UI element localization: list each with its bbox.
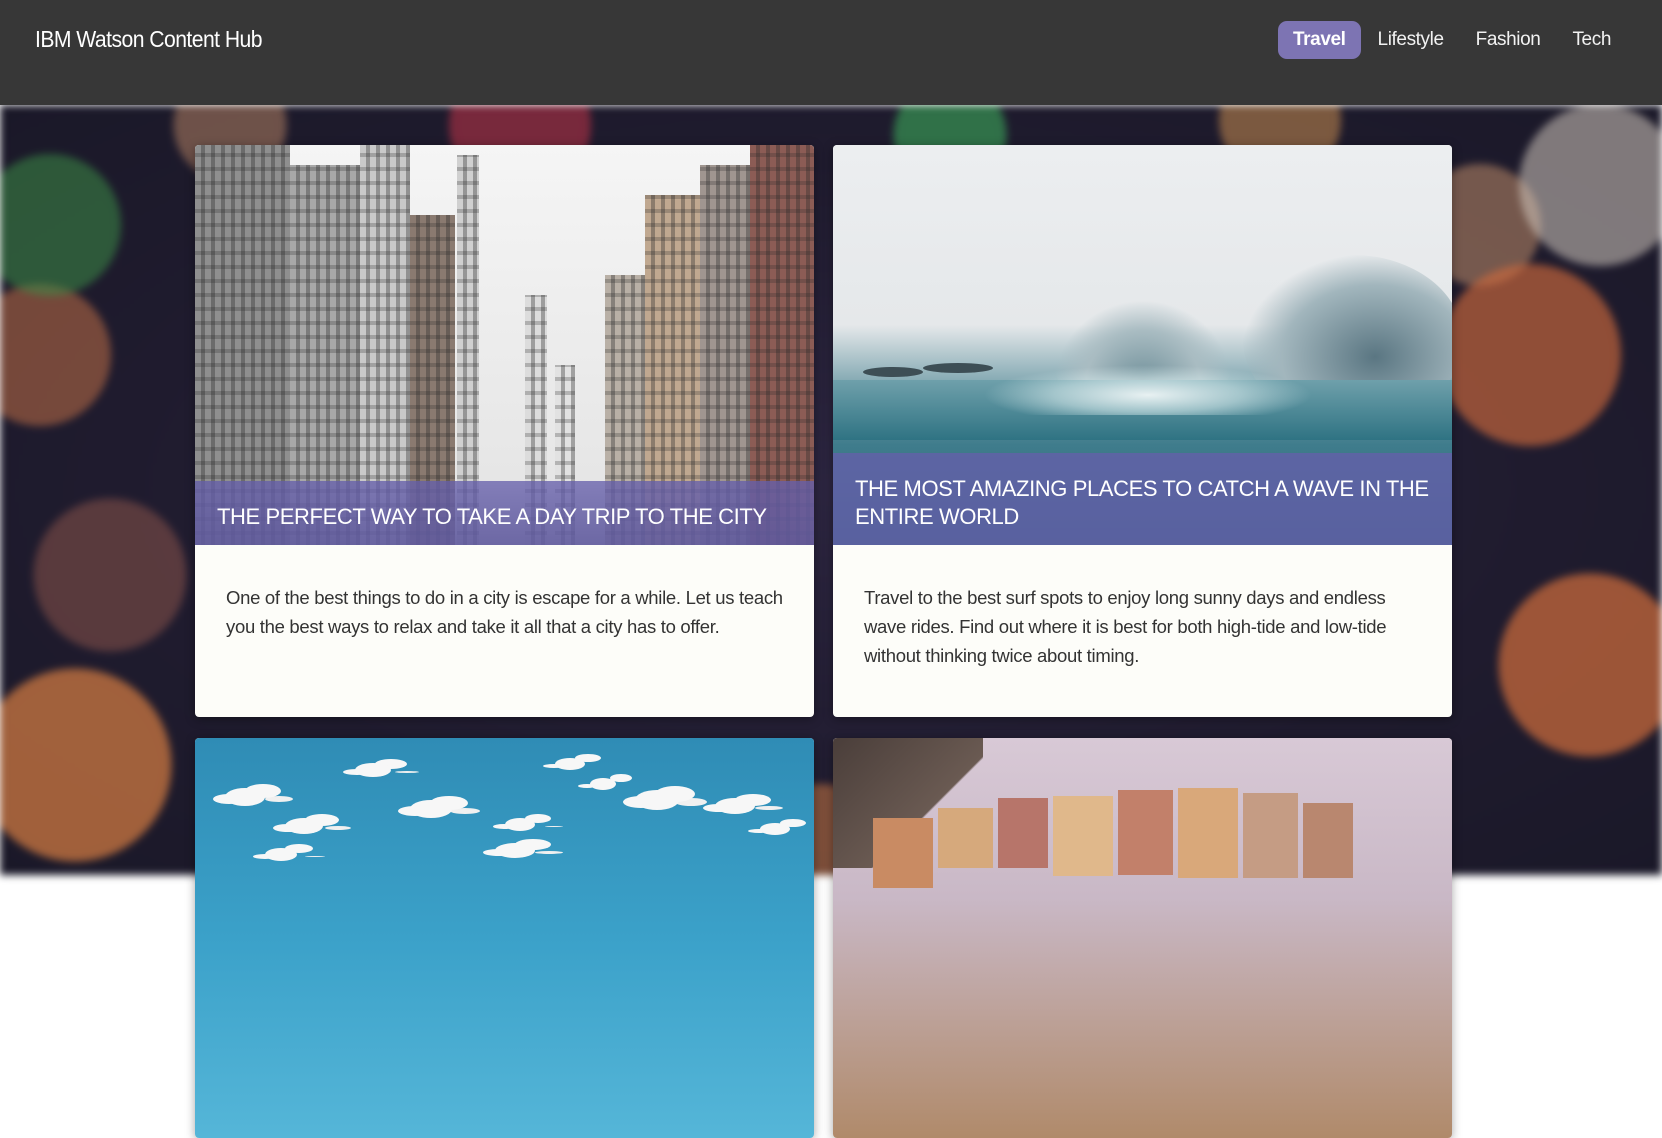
article-card[interactable] [833,738,1452,1138]
brand-title[interactable]: IBM Watson Content Hub [35,26,263,53]
city-street-image: THE PERFECT WAY TO TAKE A DAY TRIP TO TH… [195,145,814,545]
article-card[interactable]: THE PERFECT WAY TO TAKE A DAY TRIP TO TH… [195,145,814,717]
card-description: Travel to the best surf spots to enjoy l… [864,587,1387,666]
article-card[interactable]: THE MOST AMAZING PLACES TO CATCH A WAVE … [833,145,1452,717]
top-navigation-bar: IBM Watson Content Hub Travel Lifestyle … [0,0,1662,105]
nav-item-fashion[interactable]: Fashion [1461,21,1556,59]
coastal-village-image [833,738,1452,1138]
nav-item-tech[interactable]: Tech [1557,21,1626,59]
nav-item-travel[interactable]: Travel [1278,21,1361,59]
blue-sky-clouds-image [195,738,814,1138]
card-description: One of the best things to do in a city i… [226,587,783,637]
card-title: THE PERFECT WAY TO TAKE A DAY TRIP TO TH… [195,481,814,545]
ocean-wave-image: THE MOST AMAZING PLACES TO CATCH A WAVE … [833,145,1452,545]
nav-item-lifestyle[interactable]: Lifestyle [1363,21,1459,59]
category-nav: Travel Lifestyle Fashion Tech [1276,21,1626,59]
card-title: THE MOST AMAZING PLACES TO CATCH A WAVE … [833,453,1452,545]
article-card[interactable] [195,738,814,1138]
